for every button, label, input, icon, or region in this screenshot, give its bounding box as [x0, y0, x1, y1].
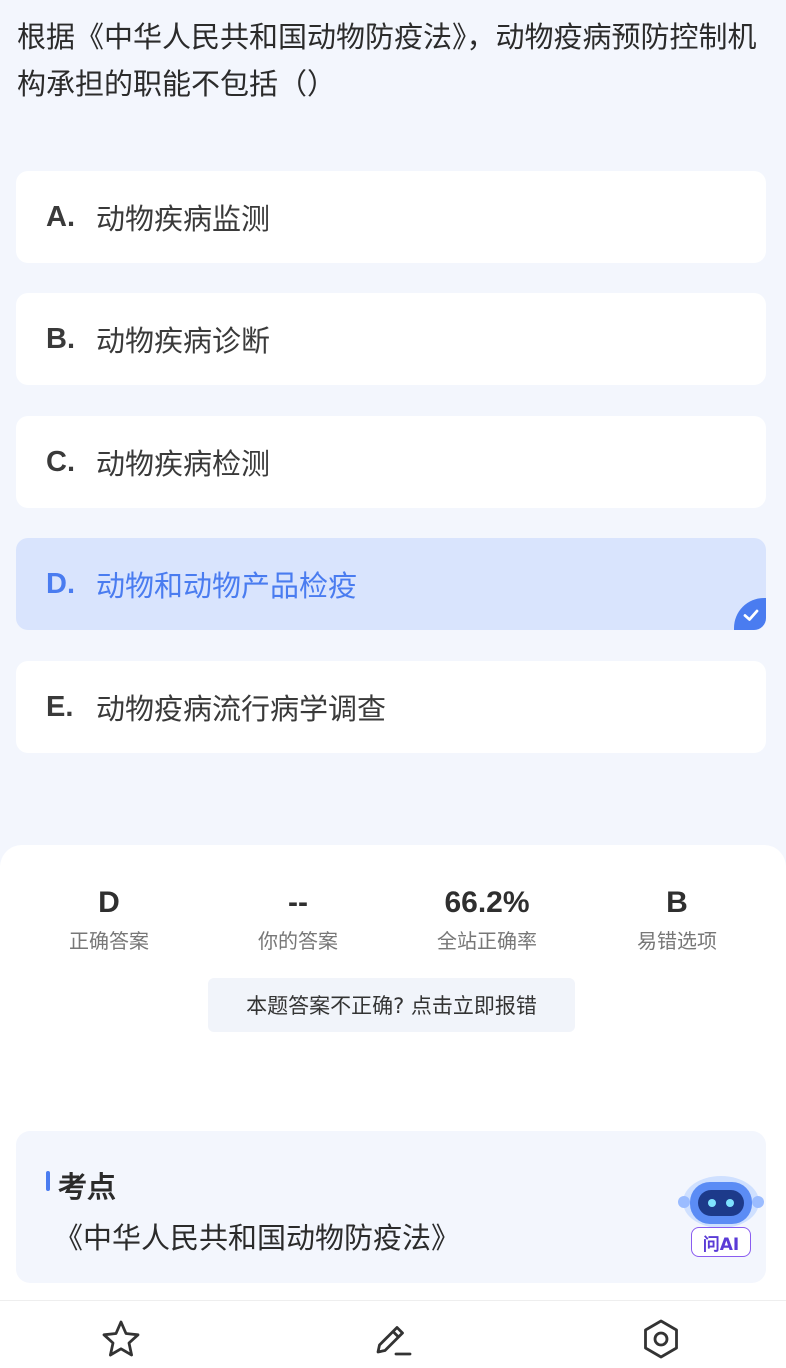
option-c[interactable]: C. 动物疾病检测 [16, 416, 766, 508]
option-letter: A. [46, 200, 75, 233]
option-text: 动物疾病诊断 [96, 324, 271, 358]
stat-label: 你的答案 [258, 929, 338, 953]
star-icon[interactable] [100, 1318, 142, 1360]
stat-label: 全站正确率 [437, 929, 537, 953]
ask-ai-button[interactable]: 问AI [691, 1227, 751, 1257]
option-text: 动物和动物产品检疫 [96, 569, 358, 603]
stat-label: 正确答案 [69, 929, 149, 953]
stat-your-answer: -- 你的答案 [208, 885, 388, 954]
stat-correct-answer: D 正确答案 [19, 885, 199, 954]
stat-value: 66.2% [444, 886, 530, 919]
option-b[interactable]: B. 动物疾病诊断 [16, 293, 766, 385]
stat-value: D [98, 886, 120, 919]
settings-icon[interactable] [640, 1318, 682, 1360]
stat-value: -- [288, 886, 308, 919]
option-d[interactable]: D. 动物和动物产品检疫 [16, 538, 766, 630]
pencil-icon[interactable] [370, 1318, 412, 1360]
stat-label: 易错选项 [637, 929, 717, 953]
option-a[interactable]: A. 动物疾病监测 [16, 171, 766, 263]
stat-common-mistake: B 易错选项 [587, 885, 767, 954]
answer-stats-panel: D 正确答案 -- 你的答案 66.2% 全站正确率 B 易错选项 本题答案不正… [0, 845, 786, 1368]
stat-site-accuracy: 66.2% 全站正确率 [397, 885, 577, 954]
option-text: 动物疫病流行病学调查 [96, 692, 387, 726]
option-letter: B. [46, 322, 75, 355]
question-text: 根据《中华人民共和国动物防疫法》，动物疫病预防控制机构承担的职能不包括（） [17, 20, 757, 101]
exam-point-card: 考点 《中华人民共和国动物防疫法》 [16, 1131, 766, 1283]
exam-point-text: 《中华人民共和国动物防疫法》 [54, 1221, 461, 1255]
option-text: 动物疾病检测 [96, 447, 271, 481]
option-e[interactable]: E. 动物疫病流行病学调查 [16, 661, 766, 753]
report-error-button[interactable]: 本题答案不正确? 点击立即报错 [208, 978, 575, 1032]
stat-value: B [666, 886, 688, 919]
option-letter: C. [46, 445, 75, 478]
option-letter: D. [46, 567, 75, 600]
bottom-toolbar [0, 1300, 786, 1368]
checkmark-icon [734, 598, 766, 630]
exam-point-title: 考点 [58, 1170, 117, 1204]
option-letter: E. [46, 690, 74, 723]
option-text: 动物疾病监测 [96, 202, 271, 236]
accent-bar [46, 1171, 50, 1191]
